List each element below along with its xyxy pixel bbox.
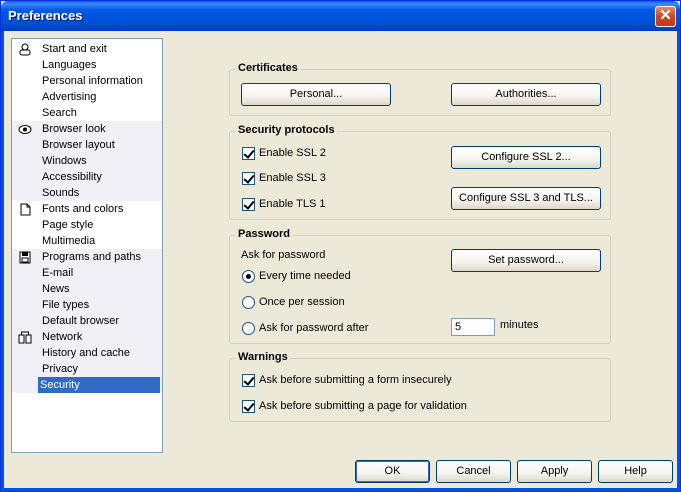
certificates-group: Certificates Personal... Authorities...: [229, 62, 611, 116]
sidebar-item-history-and-cache[interactable]: History and cache: [12, 345, 162, 361]
sidebar-item-fonts-and-colors[interactable]: Fonts and colors: [12, 201, 162, 217]
ask-for-password-label: Ask for password: [241, 249, 326, 261]
ask-after-label: Ask for password after: [259, 322, 369, 334]
password-group: Password Ask for password Set password..…: [229, 228, 611, 344]
sidebar-item-languages[interactable]: Languages: [12, 57, 162, 73]
sidebar-item-search[interactable]: Search: [12, 105, 162, 121]
person-icon: [19, 43, 31, 56]
sidebar-item-security[interactable]: Security: [12, 377, 162, 393]
sidebar-item-page-style[interactable]: Page style: [12, 217, 162, 233]
enable-ssl3-checkbox[interactable]: [242, 172, 255, 185]
personal-button[interactable]: Personal...: [241, 83, 391, 106]
every-time-needed-radio[interactable]: [242, 270, 255, 283]
sidebar-item-email[interactable]: E-mail: [12, 265, 162, 281]
category-list[interactable]: Start and exit Languages Personal inform…: [11, 38, 163, 453]
sidebar-item-default-browser[interactable]: Default browser: [12, 313, 162, 329]
sidebar-item-advertising[interactable]: Advertising: [12, 89, 162, 105]
sidebar-item-browser-layout[interactable]: Browser layout: [12, 137, 162, 153]
category-group-start: Start and exit Languages Personal inform…: [12, 41, 162, 121]
category-group-browser: Browser look Browser layout Windows Acce…: [12, 121, 162, 201]
close-icon: ✕: [659, 7, 672, 24]
category-group-display: Fonts and colors Page style Multimedia: [12, 201, 162, 249]
sidebar-item-network[interactable]: Network: [12, 329, 162, 345]
ask-after-radio[interactable]: [242, 322, 255, 335]
sidebar-item-multimedia[interactable]: Multimedia: [12, 233, 162, 249]
page-validation-label: Ask before submitting a page for validat…: [259, 400, 467, 412]
sidebar-item-personal-information[interactable]: Personal information: [12, 73, 162, 89]
category-group-network: Network History and cache Privacy Securi…: [12, 329, 162, 393]
security-protocols-legend: Security protocols: [236, 124, 337, 136]
certificates-legend: Certificates: [236, 62, 300, 74]
eye-icon: [18, 125, 32, 134]
warnings-legend: Warnings: [236, 351, 290, 363]
window-frame-bottom: [1, 488, 680, 491]
sidebar-item-privacy[interactable]: Privacy: [12, 361, 162, 377]
network-icon: [18, 331, 32, 344]
sidebar-item-file-types[interactable]: File types: [12, 297, 162, 313]
configure-ssl3-tls-button[interactable]: Configure SSL 3 and TLS...: [451, 187, 601, 210]
page-icon: [20, 203, 31, 216]
security-protocols-group: Security protocols Enable SSL 2 Enable S…: [229, 124, 611, 220]
enable-ssl2-checkbox[interactable]: [242, 147, 255, 160]
ok-button[interactable]: OK: [355, 460, 430, 483]
sidebar-item-programs-and-paths[interactable]: Programs and paths: [12, 249, 162, 265]
sidebar-item-accessibility[interactable]: Accessibility: [12, 169, 162, 185]
password-legend: Password: [236, 228, 292, 240]
every-time-needed-label: Every time needed: [259, 270, 351, 282]
minutes-label: minutes: [500, 319, 539, 331]
form-insecure-checkbox[interactable]: [242, 374, 255, 387]
sidebar-item-windows[interactable]: Windows: [12, 153, 162, 169]
sidebar-item-sounds[interactable]: Sounds: [12, 185, 162, 201]
enable-ssl2-label: Enable SSL 2: [259, 147, 326, 159]
warnings-group: Warnings Ask before submitting a form in…: [229, 351, 611, 422]
enable-tls1-checkbox[interactable]: [242, 198, 255, 211]
window-frame-left: [1, 31, 4, 492]
sidebar-item-news[interactable]: News: [12, 281, 162, 297]
window-title: Preferences: [8, 8, 83, 23]
form-insecure-label: Ask before submitting a form insecurely: [259, 374, 452, 386]
preferences-dialog: Preferences ✕ Start and exit Languages P…: [0, 0, 681, 492]
cancel-button[interactable]: Cancel: [436, 460, 511, 483]
sidebar-item-start-and-exit[interactable]: Start and exit: [12, 41, 162, 57]
disk-icon: [19, 251, 31, 264]
sidebar-item-browser-look[interactable]: Browser look: [12, 121, 162, 137]
page-validation-checkbox[interactable]: [242, 400, 255, 413]
title-bar[interactable]: Preferences ✕: [1, 1, 680, 31]
enable-ssl3-label: Enable SSL 3: [259, 172, 326, 184]
authorities-button[interactable]: Authorities...: [451, 83, 601, 106]
set-password-button[interactable]: Set password...: [451, 249, 601, 272]
configure-ssl2-button[interactable]: Configure SSL 2...: [451, 146, 601, 169]
category-group-programs: Programs and paths E-mail News File type…: [12, 249, 162, 329]
close-button[interactable]: ✕: [655, 6, 676, 27]
once-per-session-label: Once per session: [259, 296, 345, 308]
apply-button[interactable]: Apply: [517, 460, 592, 483]
window-frame-right: [677, 31, 680, 492]
minutes-input[interactable]: 5: [451, 318, 495, 336]
enable-tls1-label: Enable TLS 1: [259, 198, 326, 210]
help-button[interactable]: Help: [598, 460, 673, 483]
once-per-session-radio[interactable]: [242, 296, 255, 309]
